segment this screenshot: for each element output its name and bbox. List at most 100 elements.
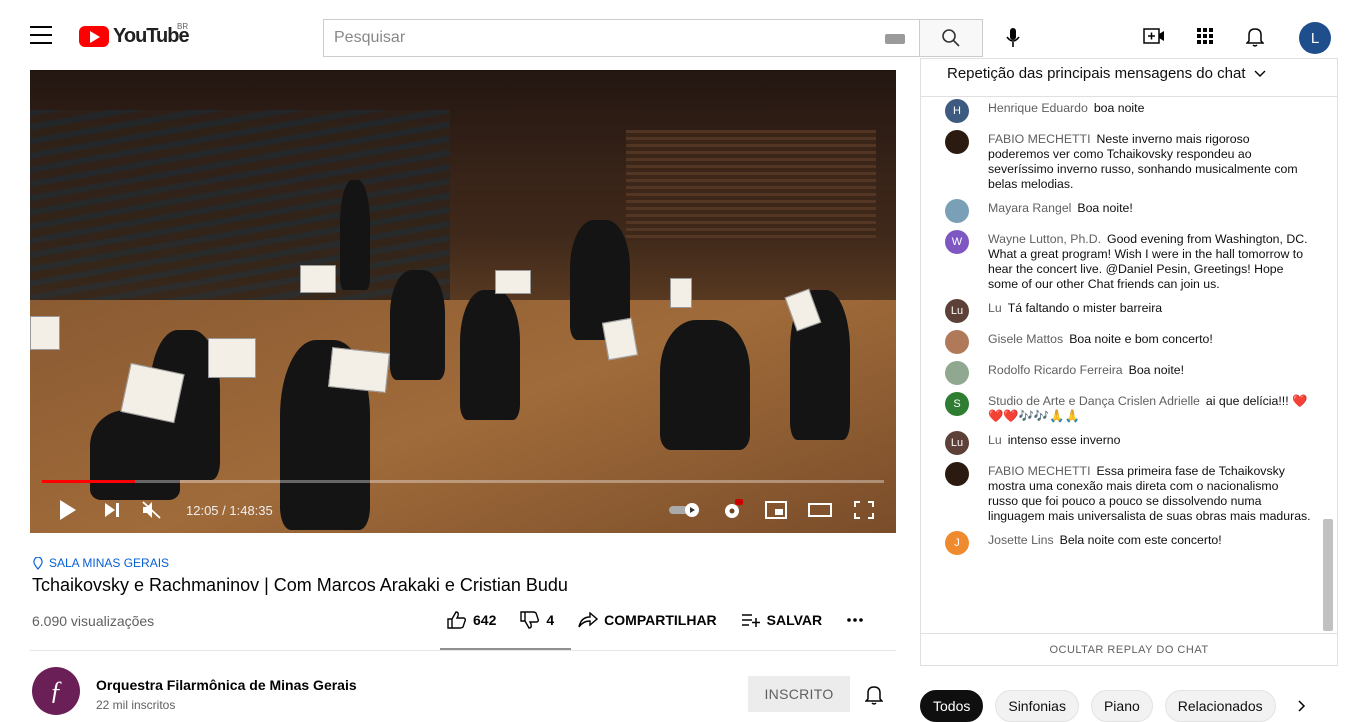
chat-message-text: Tá faltando o mister barreira <box>1007 301 1163 315</box>
chat-author-name[interactable]: FABIO MECHETTI <box>988 132 1090 146</box>
chat-message-body: Mayara Rangel Boa noite! <box>988 201 1133 223</box>
mute-button[interactable] <box>132 495 172 525</box>
chat-message: Rodolfo Ricardo Ferreira Boa noite! <box>921 361 1321 385</box>
miniplayer-button[interactable] <box>754 495 798 525</box>
video-frame-sheet <box>328 347 390 393</box>
chat-author-avatar[interactable]: S <box>945 392 969 416</box>
fullscreen-button[interactable] <box>842 495 886 525</box>
chat-scrollbar[interactable] <box>1323 519 1333 631</box>
chips-next-button[interactable] <box>1288 690 1316 722</box>
chat-message-body: Lu intenso esse inverno <box>988 433 1120 455</box>
location-label: SALA MINAS GERAIS <box>49 556 170 570</box>
chat-author-avatar[interactable] <box>945 199 969 223</box>
like-count: 642 <box>473 612 497 628</box>
chat-author-name[interactable]: Josette Lins <box>988 533 1054 547</box>
chat-author-avatar[interactable] <box>945 361 969 385</box>
gear-icon <box>725 499 743 518</box>
chat-author-name[interactable]: Wayne Lutton, Ph.D. <box>988 232 1101 246</box>
more-actions-button[interactable] <box>846 617 864 623</box>
chat-message-list[interactable]: H Henrique Eduardo boa noite FABIO MECHETTI… <box>921 97 1321 635</box>
fullscreen-icon <box>854 501 874 519</box>
chat-author-avatar[interactable] <box>945 130 969 154</box>
chat-author-name[interactable]: Lu <box>988 433 1002 447</box>
search-input[interactable] <box>324 20 844 56</box>
share-button[interactable]: COMPARTILHAR <box>578 612 717 628</box>
channel-avatar[interactable]: ƒ <box>32 667 80 715</box>
chat-message: Lu Lu Tá faltando o mister barreira <box>921 299 1321 323</box>
autoplay-toggle[interactable] <box>662 495 710 525</box>
chat-message-body: FABIO MECHETTI Neste inverno mais rigoros… <box>988 132 1311 192</box>
chat-message-body: FABIO MECHETTI Essa primeira fase de Tcha… <box>988 464 1311 524</box>
chat-message-text: Boa noite! <box>1128 363 1185 377</box>
progress-bar[interactable] <box>42 480 884 483</box>
chat-message-text: intenso esse inverno <box>1007 433 1121 447</box>
apps-button[interactable] <box>1193 24 1217 48</box>
chat-author-avatar[interactable] <box>945 330 969 354</box>
notifications-button[interactable] <box>1243 24 1267 48</box>
channel-name[interactable]: Orquestra Filarmônica de Minas Gerais <box>96 677 357 693</box>
video-frame-musician <box>460 290 520 420</box>
video-frame-seats <box>30 110 450 310</box>
chat-message-text: Bela noite com este concerto! <box>1059 533 1222 547</box>
location-link[interactable]: SALA MINAS GERAIS <box>33 556 169 570</box>
video-frame-sheet <box>670 278 692 308</box>
chat-author-name[interactable]: Rodolfo Ricardo Ferreira <box>988 363 1123 377</box>
theater-mode-button[interactable] <box>798 495 842 525</box>
save-button[interactable]: SALVAR <box>741 612 822 628</box>
filter-chip[interactable]: Sinfonias <box>995 690 1079 722</box>
time-display: 12:05 / 1:48:35 <box>186 502 273 518</box>
thumbs-down-icon <box>520 611 540 629</box>
divider <box>30 650 896 651</box>
chat-author-name[interactable]: FABIO MECHETTI <box>988 464 1090 478</box>
chat-author-avatar[interactable]: J <box>945 531 969 555</box>
country-code: BR <box>177 22 189 31</box>
theater-mode-icon <box>808 503 832 517</box>
video-player[interactable]: 12:05 / 1:48:35 <box>30 70 896 533</box>
save-label: SALVAR <box>766 612 823 628</box>
play-icon <box>60 500 76 520</box>
user-avatar[interactable]: L <box>1299 22 1331 54</box>
miniplayer-icon <box>765 501 787 519</box>
chat-message: S Studio de Arte e Dança Crislen Adrielle… <box>921 392 1321 424</box>
search-button[interactable] <box>919 19 983 57</box>
chat-author-avatar[interactable]: Lu <box>945 299 969 323</box>
chat-author-name[interactable]: Studio de Arte e Dança Crislen Adrielle <box>988 394 1200 408</box>
youtube-logo[interactable]: YouTube <box>79 25 190 48</box>
menu-icon[interactable] <box>30 26 52 44</box>
apps-grid-icon <box>1197 28 1213 44</box>
settings-button[interactable] <box>710 495 754 525</box>
channel-notifications-button[interactable] <box>860 680 888 708</box>
chat-author-name[interactable]: Mayara Rangel <box>988 201 1071 215</box>
voice-search-button[interactable] <box>996 21 1030 55</box>
filter-chip[interactable]: Todos <box>920 690 984 722</box>
chat-author-avatar[interactable] <box>945 462 969 486</box>
subscribed-button[interactable]: INSCRITO <box>748 676 850 712</box>
chevron-down-icon <box>1254 70 1266 77</box>
like-button[interactable]: 642 <box>447 611 496 629</box>
chat-author-name[interactable]: Henrique Eduardo <box>988 101 1088 115</box>
video-plus-icon <box>1143 28 1164 44</box>
player-controls: 12:05 / 1:48:35 <box>30 487 896 533</box>
hide-chat-replay-button[interactable]: OCULTAR REPLAY DO CHAT <box>921 633 1337 665</box>
video-frame-musician <box>390 270 445 380</box>
video-frame-sheet <box>208 338 256 378</box>
subscriber-count: 22 mil inscritos <box>96 698 176 712</box>
video-frame-sheet <box>601 317 639 361</box>
chat-author-avatar[interactable]: H <box>945 99 969 123</box>
chat-author-avatar[interactable]: W <box>945 230 969 254</box>
chat-author-name[interactable]: Gisele Mattos <box>988 332 1063 346</box>
chat-author-avatar[interactable]: Lu <box>945 431 969 455</box>
chat-mode-dropdown[interactable]: Repetição das principais mensagens do ch… <box>921 59 1337 97</box>
chat-message-text: Boa noite e bom concerto! <box>1069 332 1213 346</box>
next-button[interactable] <box>92 495 132 525</box>
filter-chip[interactable]: Piano <box>1090 690 1153 722</box>
like-ratio-bar <box>440 648 571 650</box>
keyboard-icon[interactable] <box>885 34 905 44</box>
chat-message: Mayara Rangel Boa noite! <box>921 199 1321 223</box>
share-icon <box>578 612 599 628</box>
play-button[interactable] <box>44 495 92 525</box>
create-video-button[interactable] <box>1142 24 1166 48</box>
filter-chip[interactable]: Relacionados <box>1164 690 1276 722</box>
dislike-button[interactable]: 4 <box>520 611 554 629</box>
chat-author-name[interactable]: Lu <box>988 301 1002 315</box>
